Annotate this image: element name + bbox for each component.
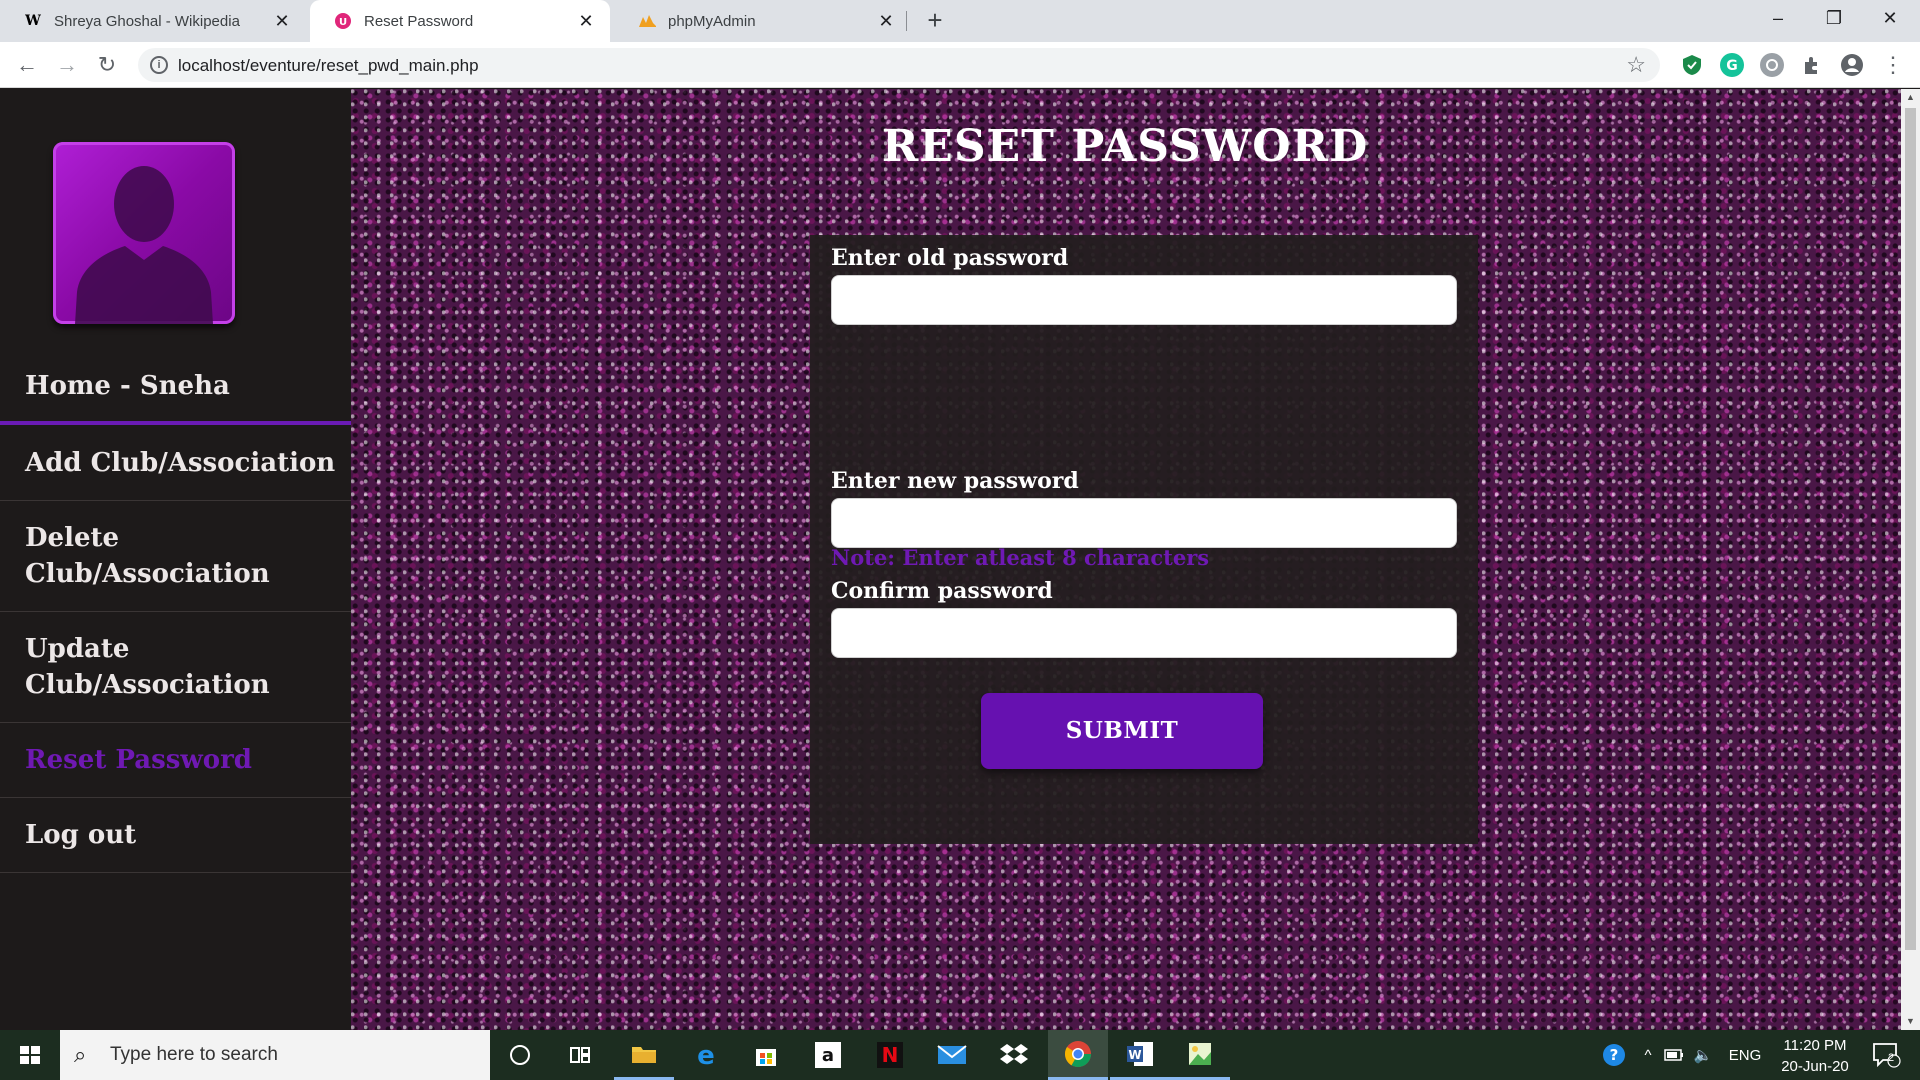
microsoft-store-icon[interactable] <box>736 1030 796 1080</box>
reload-icon[interactable]: ↻ <box>92 50 122 80</box>
svg-text:e: e <box>697 1042 715 1068</box>
window-close-icon[interactable]: ✕ <box>1862 0 1918 36</box>
sidebar-item-add-club[interactable]: Add Club/Association <box>0 425 351 501</box>
minimize-icon[interactable]: – <box>1750 0 1806 36</box>
scroll-up-arrow-icon[interactable]: ▲ <box>1901 89 1920 106</box>
grammarly-icon[interactable]: G <box>1720 53 1744 77</box>
sidebar-item-home[interactable]: Home - Sneha <box>0 351 351 425</box>
close-icon[interactable]: ✕ <box>876 11 896 31</box>
svg-text:a: a <box>822 1045 834 1066</box>
sidebar-item-label: Add Club/Association <box>25 447 336 478</box>
system-clock[interactable]: 11:20 PM 20-Jun-20 <box>1770 1035 1860 1077</box>
svg-text:N: N <box>882 1043 899 1067</box>
paint-icon[interactable] <box>1170 1030 1230 1080</box>
sidebar-item-update-club[interactable]: Update Club/Association <box>0 612 351 723</box>
tab-reset-password[interactable]: U Reset Password ✕ <box>310 0 610 42</box>
volume-icon[interactable]: 🔈 <box>1690 1030 1716 1080</box>
close-icon[interactable]: ✕ <box>576 11 596 31</box>
main-content: RESET PASSWORD Enter old password Note: … <box>351 89 1901 1030</box>
amazon-icon[interactable]: a <box>798 1030 858 1080</box>
svg-text:W: W <box>1128 1048 1141 1062</box>
localhost-favicon-icon: U <box>334 12 352 30</box>
page-title: RESET PASSWORD <box>881 121 1369 172</box>
mail-icon[interactable] <box>922 1030 982 1080</box>
old-password-label: Enter old password <box>831 245 1069 271</box>
sidebar-item-delete-club[interactable]: Delete Club/Association <box>0 501 351 612</box>
restore-icon[interactable]: ❐ <box>1806 0 1862 36</box>
svg-text:G: G <box>1726 58 1738 74</box>
phpmyadmin-favicon-icon <box>638 12 656 30</box>
help-icon[interactable]: ? <box>1596 1030 1632 1080</box>
battery-icon[interactable] <box>1662 1030 1686 1080</box>
confirm-password-label: Confirm password <box>831 578 1053 604</box>
scroll-down-arrow-icon[interactable]: ▼ <box>1901 1013 1920 1030</box>
notification-count: 2 <box>1888 1052 1895 1064</box>
sidebar: Home - Sneha Add Club/Association Delete… <box>0 89 351 1030</box>
back-arrow-icon[interactable]: ← <box>12 50 42 80</box>
reset-password-form: Enter old password Note: Enter atleast 8… <box>810 235 1478 844</box>
close-icon[interactable]: ✕ <box>272 11 292 31</box>
user-silhouette-icon <box>75 166 213 324</box>
clock-date: 20-Jun-20 <box>1781 1058 1849 1075</box>
browser-toolbar: ← → ↻ i localhost/eventure/reset_pwd_mai… <box>0 42 1920 88</box>
bookmark-star-icon[interactable]: ☆ <box>1626 52 1646 78</box>
notification-center-icon[interactable]: 2 <box>1866 1030 1906 1080</box>
tab-separator <box>906 11 907 31</box>
search-placeholder: Type here to search <box>110 1044 278 1065</box>
search-icon: ⌕ <box>74 1042 87 1067</box>
new-password-label: Enter new password <box>831 468 1079 494</box>
language-indicator[interactable]: ENG <box>1724 1030 1766 1080</box>
page-scrollbar[interactable]: ▲ ▼ <box>1901 89 1920 1030</box>
chrome-menu-icon[interactable]: ⋮ <box>1882 53 1904 77</box>
new-tab-plus-icon[interactable]: + <box>920 6 950 36</box>
svg-text:U: U <box>339 17 347 28</box>
tab-wikipedia[interactable]: W Shreya Ghoshal - Wikipedia ✕ <box>0 0 306 42</box>
password-note: Note: Enter atleast 8 characters <box>831 545 1210 570</box>
wikipedia-favicon-icon: W <box>25 13 41 29</box>
windows-taskbar: ⌕ Type here to search e a N W ? ^ 🔈 ENG … <box>0 1030 1920 1080</box>
sidebar-item-label: Home - Sneha <box>25 371 230 401</box>
sidebar-item-logout[interactable]: Log out <box>0 798 351 873</box>
sidebar-item-label: Delete Club/Association <box>25 523 270 589</box>
scroll-thumb[interactable] <box>1905 108 1916 950</box>
url-text[interactable]: localhost/eventure/reset_pwd_main.php <box>178 56 479 76</box>
forward-arrow-icon[interactable]: → <box>52 50 82 80</box>
web-page: Home - Sneha Add Club/Association Delete… <box>0 89 1920 1030</box>
chrome-icon[interactable] <box>1048 1030 1108 1080</box>
sidebar-item-label: Reset Password <box>25 745 252 775</box>
tab-phpmyadmin[interactable]: phpMyAdmin ✕ <box>614 0 910 42</box>
submit-button[interactable]: SUBMIT <box>981 693 1263 769</box>
site-info-icon[interactable]: i <box>150 56 168 74</box>
profile-avatar-icon[interactable] <box>1840 53 1864 77</box>
extension-circle-icon[interactable] <box>1760 53 1784 77</box>
tab-strip: W Shreya Ghoshal - Wikipedia ✕ U Reset P… <box>0 0 1920 42</box>
confirm-password-field[interactable] <box>831 608 1457 658</box>
sidebar-item-label: Log out <box>25 820 137 850</box>
windows-start-icon[interactable] <box>0 1030 60 1080</box>
edge-browser-icon[interactable]: e <box>676 1030 736 1080</box>
file-explorer-icon[interactable] <box>614 1030 674 1080</box>
tab-title: Reset Password <box>364 12 474 30</box>
user-avatar <box>53 142 235 324</box>
taskbar-search-box[interactable]: ⌕ Type here to search <box>60 1030 490 1080</box>
extensions-puzzle-icon[interactable] <box>1800 53 1824 77</box>
netflix-icon[interactable]: N <box>860 1030 920 1080</box>
sidebar-item-reset-password[interactable]: Reset Password <box>0 723 351 798</box>
tab-title: phpMyAdmin <box>668 12 756 30</box>
new-password-field[interactable] <box>831 498 1457 548</box>
svg-text:?: ? <box>1610 1046 1619 1064</box>
cortana-icon[interactable] <box>490 1030 550 1080</box>
clock-time: 11:20 PM <box>1783 1037 1847 1054</box>
tray-chevron-up-icon[interactable]: ^ <box>1636 1030 1660 1080</box>
sidebar-item-label: Update Club/Association <box>25 634 270 700</box>
address-bar[interactable]: i localhost/eventure/reset_pwd_main.php … <box>138 48 1660 82</box>
word-icon[interactable]: W <box>1110 1030 1170 1080</box>
dropbox-icon[interactable] <box>984 1030 1044 1080</box>
old-password-field[interactable] <box>831 275 1457 325</box>
task-view-icon[interactable] <box>550 1030 610 1080</box>
tab-title: Shreya Ghoshal - Wikipedia <box>54 12 240 30</box>
shield-extension-icon[interactable] <box>1680 53 1704 77</box>
